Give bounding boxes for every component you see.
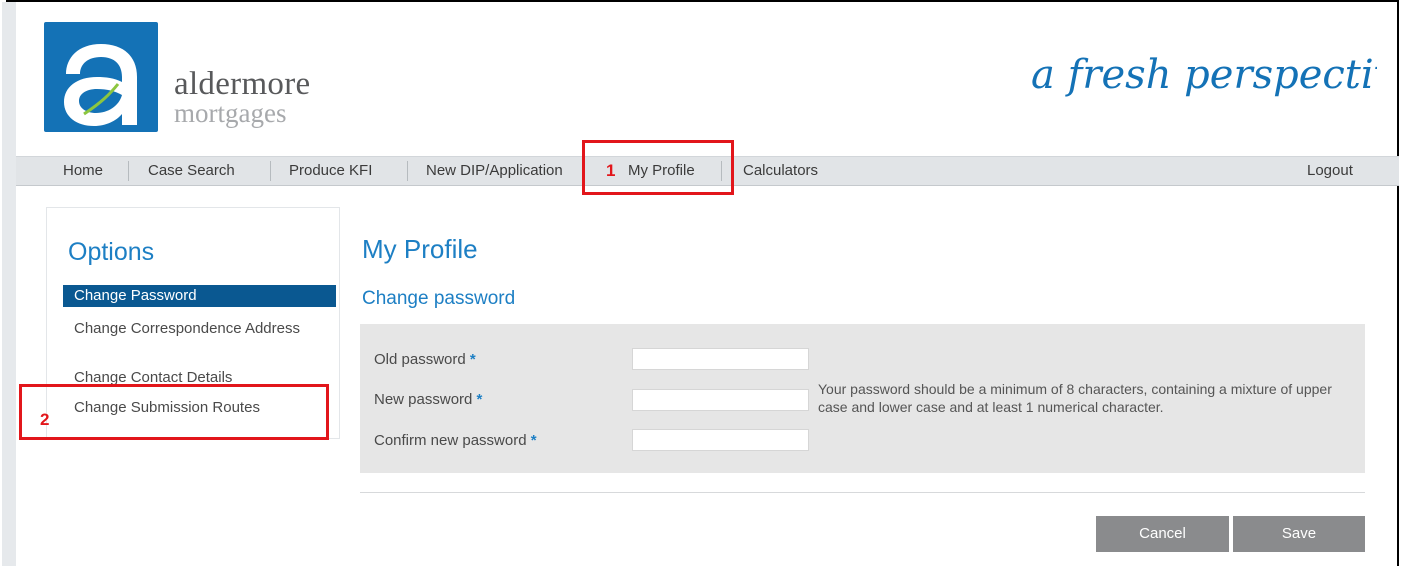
new-password-input[interactable]	[632, 389, 809, 411]
page-title: My Profile	[362, 234, 478, 264]
old-password-input[interactable]	[632, 348, 809, 370]
nav-home[interactable]: Home	[63, 162, 103, 179]
required-marker: *	[530, 432, 537, 449]
nav-new-dip-application[interactable]: New DIP/Application	[426, 162, 581, 179]
brand-name: aldermore	[174, 66, 311, 102]
new-password-label-text: New password	[374, 391, 473, 408]
nav-logout[interactable]: Logout	[1307, 162, 1353, 179]
old-password-label-text: Old password	[374, 351, 466, 368]
nav-calculators[interactable]: Calculators	[743, 162, 818, 179]
password-help-text: Your password should be a minimum of 8 c…	[818, 381, 1332, 415]
old-password-label: Old password *	[374, 351, 476, 368]
callout-box-1	[582, 140, 734, 195]
cancel-button[interactable]: Cancel	[1096, 516, 1229, 552]
new-password-label: New password *	[374, 391, 482, 408]
required-marker: *	[469, 351, 476, 368]
logo[interactable]	[44, 22, 158, 132]
required-marker: *	[476, 391, 483, 408]
brand-subtitle: mortgages	[174, 98, 287, 128]
callout-number-1: 1	[606, 161, 616, 180]
callout-box-2	[19, 384, 329, 440]
nav-produce-kfi[interactable]: Produce KFI	[289, 162, 372, 179]
options-title: Options	[68, 238, 155, 266]
confirm-password-label-text: Confirm new password	[374, 432, 527, 449]
nav-separator	[270, 161, 271, 181]
save-button[interactable]: Save	[1233, 516, 1365, 552]
callout-number-2: 2	[40, 410, 50, 429]
left-stripe	[2, 2, 16, 566]
form-divider	[360, 492, 1365, 493]
nav-separator	[407, 161, 408, 181]
logo-letter-icon	[64, 44, 137, 126]
tagline: a fresh perspective	[1027, 48, 1401, 128]
sidebar-item-change-password[interactable]: Change Password	[63, 285, 336, 307]
nav-separator	[128, 161, 129, 181]
sidebar-item-change-correspondence-address[interactable]: Change Correspondence Address	[74, 320, 304, 338]
nav-case-search[interactable]: Case Search	[148, 162, 235, 179]
section-title: Change password	[362, 288, 516, 309]
tagline-text: a fresh perspective	[1031, 52, 1377, 98]
confirm-password-input[interactable]	[632, 429, 809, 451]
confirm-password-label: Confirm new password *	[374, 432, 537, 449]
